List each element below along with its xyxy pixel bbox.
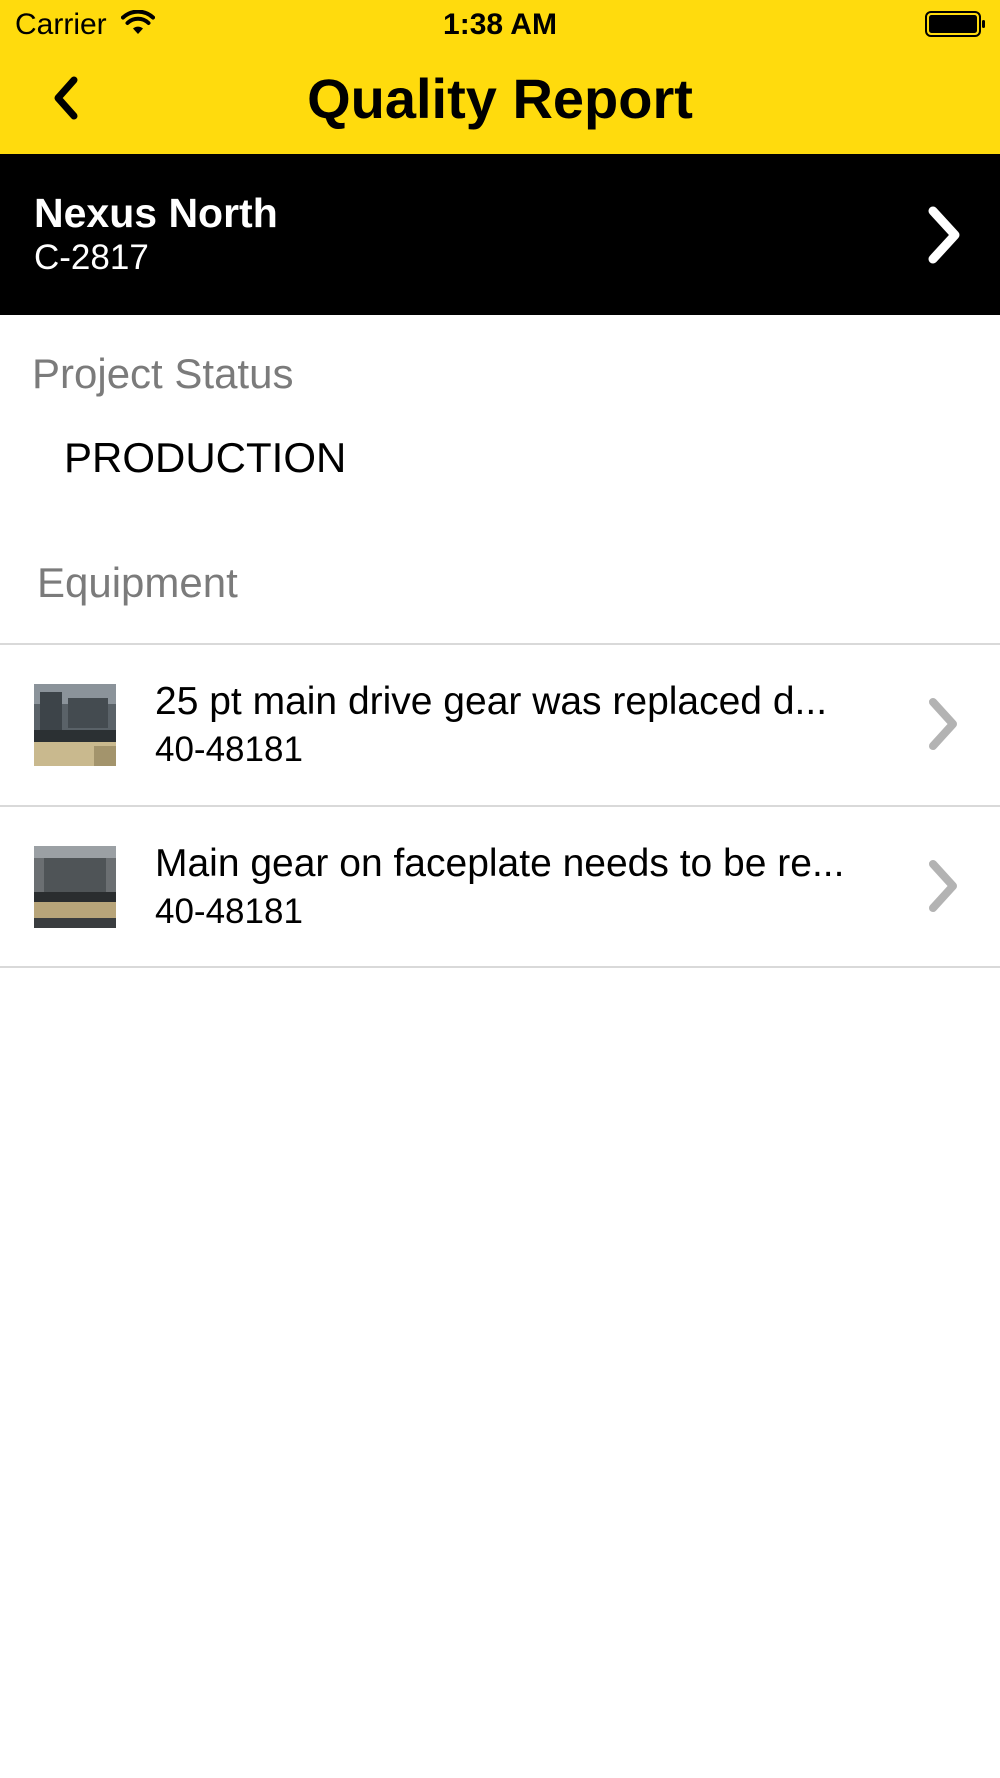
project-status-value: PRODUCTION [64,434,347,481]
project-name: Nexus North [34,190,278,236]
chevron-right-icon [915,200,971,270]
equipment-label: Equipment [37,559,238,606]
equipment-title: Main gear on faceplate needs to be re... [155,842,845,885]
project-header[interactable]: Nexus North C-2817 [0,154,1000,315]
equipment-row[interactable]: 25 pt main drive gear was replaced d... … [0,645,1000,805]
screen: Carrier 1:38 AM Quality Report Nexus Nor… [0,0,1000,1778]
equipment-row[interactable]: Main gear on faceplate needs to be re...… [0,807,1000,967]
chevron-right-icon [918,692,968,756]
equipment-thumbnail [34,846,116,928]
nav-bar: Carrier 1:38 AM Quality Report [0,0,1000,154]
project-code: C-2817 [34,238,149,277]
equipment-title: 25 pt main drive gear was replaced d... [155,680,828,723]
project-status-label: Project Status [32,350,294,397]
equipment-subtitle: 40-48181 [155,892,303,931]
divider [0,966,1000,968]
battery-icon [925,11,987,37]
equipment-subtitle: 40-48181 [155,730,303,769]
chevron-right-icon [918,854,968,918]
page-title: Quality Report [307,67,693,130]
equipment-thumbnail [34,684,116,766]
status-time: 1:38 AM [443,8,557,41]
